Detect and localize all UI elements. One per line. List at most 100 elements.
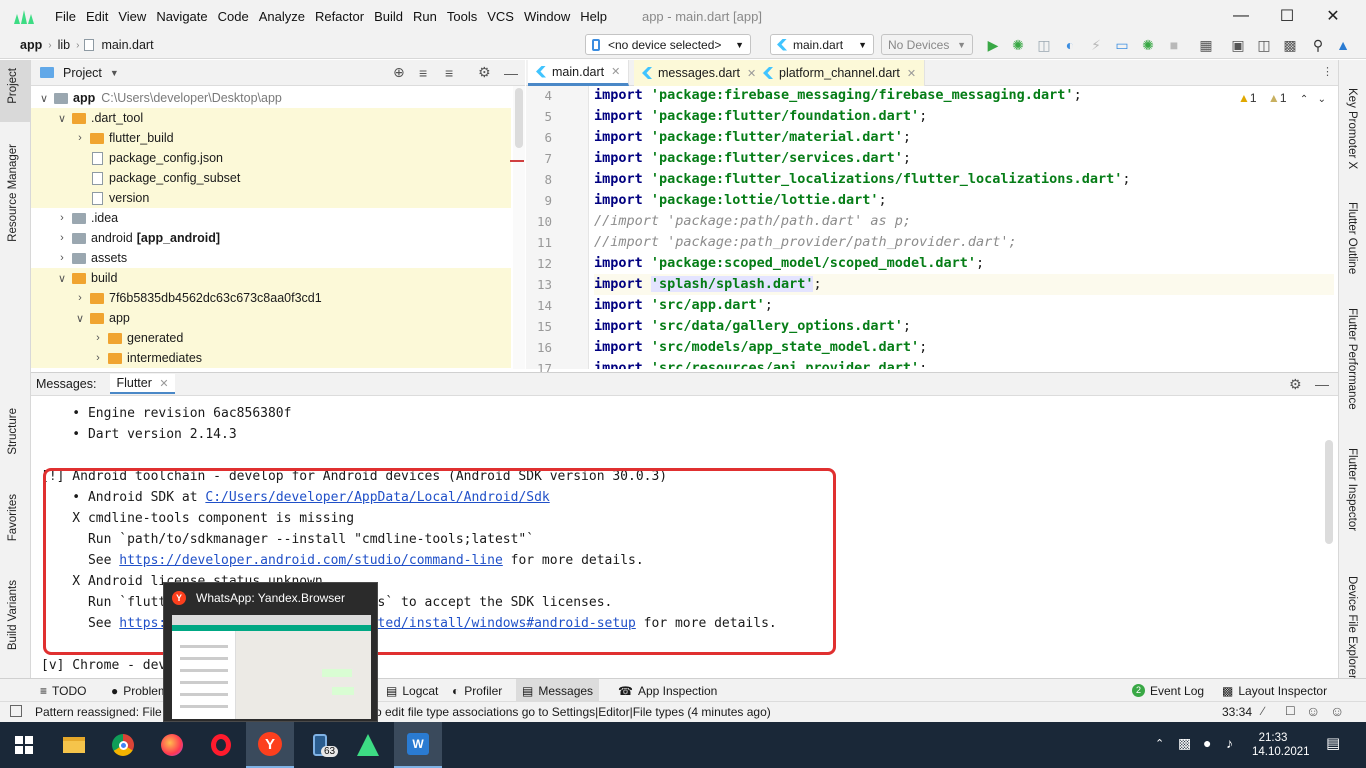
stop-icon[interactable]: ■ <box>1165 36 1183 54</box>
bottom-tab-app-inspection[interactable]: ☎ App Inspection <box>612 679 723 702</box>
close-icon[interactable]: ✕ <box>1310 0 1356 32</box>
tool-tab-key-promoter[interactable]: Key Promoter X <box>1346 88 1358 169</box>
menu-help[interactable]: Help <box>575 9 612 24</box>
code-line[interactable]: import 'package:flutter/material.dart'; <box>594 127 1334 148</box>
tree-item[interactable]: version <box>31 188 511 208</box>
device-manager-icon[interactable]: ▭ <box>1113 36 1131 54</box>
clock[interactable]: 21:33 14.10.2021 <box>1252 731 1310 759</box>
android-studio-icon[interactable] <box>344 722 392 768</box>
chrome-icon[interactable] <box>99 722 147 768</box>
code-line[interactable]: import 'src/resources/api_provider.dart'… <box>594 358 1334 369</box>
tree-item[interactable]: › 7f6b5835db4562dc63c673c8aa0f3cd1 <box>31 288 511 308</box>
chevron-right-icon[interactable]: › <box>55 232 69 244</box>
sync-icon[interactable]: ✺ <box>1139 36 1157 54</box>
tree-item[interactable]: package_config.json <box>31 148 511 168</box>
minimize-icon[interactable]: — <box>1218 0 1264 32</box>
menu-vcs[interactable]: VCS <box>482 9 519 24</box>
lock-icon[interactable]: ☐ <box>1285 704 1296 718</box>
tool-tab-flutter-outline[interactable]: Flutter Outline <box>1346 202 1358 274</box>
bottom-tab-logcat[interactable]: ▤ Logcat <box>380 679 444 702</box>
tool-tab-resource-manager[interactable]: Resource Manager <box>7 144 19 242</box>
chevron-down-icon[interactable]: ▼ <box>110 68 119 78</box>
hot-reload-icon[interactable]: ⚡ <box>1087 36 1105 54</box>
code-line[interactable]: //import 'package:path_provider/path_pro… <box>594 232 1334 253</box>
tool-tab-flutter-performance[interactable]: Flutter Performance <box>1346 308 1358 410</box>
gear-icon[interactable]: ⚙ <box>478 64 491 81</box>
tool-tab-flutter-inspector[interactable]: Flutter Inspector <box>1346 448 1358 531</box>
status-message-right[interactable]: o edit file type associations go to Sett… <box>375 705 771 719</box>
tree-item[interactable]: package_config_subset <box>31 168 511 188</box>
taskbar-preview-popup[interactable]: Y WhatsApp: Yandex.Browser <box>163 582 378 722</box>
bottom-tab-messages[interactable]: ▤ Messages <box>516 679 600 702</box>
tool-tab-structure[interactable]: Structure <box>7 408 19 455</box>
project-structure-icon[interactable]: ▦ <box>1197 36 1215 54</box>
chevron-right-icon[interactable]: › <box>73 132 87 144</box>
tab-menu-icon[interactable]: ⋮ <box>1322 65 1333 78</box>
opera-icon[interactable] <box>197 722 245 768</box>
chevron-right-icon[interactable]: › <box>55 212 69 224</box>
console-scrollbar[interactable] <box>1325 440 1333 544</box>
file-explorer-icon[interactable] <box>50 722 98 768</box>
chevron-down-icon[interactable]: ⌄ <box>1318 94 1326 105</box>
phone-app-icon[interactable]: 63 <box>296 722 344 768</box>
layout-inspector-icon[interactable]: ▩ <box>1281 36 1299 54</box>
code-editor[interactable]: import 'package:firebase_messaging/fireb… <box>590 86 1336 369</box>
menu-file[interactable]: File <box>50 9 81 24</box>
tree-item[interactable]: ∨ .dart_tool <box>31 108 511 128</box>
run-icon[interactable]: ▶ <box>984 36 1002 54</box>
tree-item[interactable]: › assets <box>31 248 511 268</box>
code-line[interactable]: import 'package:flutter_localizations/fl… <box>594 169 1334 190</box>
tab-messages-dart[interactable]: messages.dart ✕ <box>634 60 766 86</box>
menu-run[interactable]: Run <box>408 9 442 24</box>
code-line[interactable]: //import 'package:path/path.dart' as p; <box>594 211 1334 232</box>
device-selector[interactable]: <no device selected> ▼ <box>585 34 751 55</box>
tree-item[interactable]: ∨ app C:\Users\developer\Desktop\app <box>31 88 511 108</box>
hide-icon[interactable]: — <box>1315 376 1329 392</box>
device-icon[interactable]: ▩ <box>1178 735 1191 752</box>
chevron-right-icon[interactable]: › <box>55 252 69 264</box>
attach-icon[interactable]: ◫ <box>1035 36 1053 54</box>
code-line[interactable]: import 'package:lottie/lottie.dart'; <box>594 190 1334 211</box>
menu-build[interactable]: Build <box>369 9 408 24</box>
line-separator-icon[interactable]: ∕ <box>1262 704 1264 718</box>
locate-icon[interactable]: ⊕ <box>393 64 405 81</box>
caret-position[interactable]: 33:34 <box>1222 705 1252 719</box>
hide-icon[interactable]: — <box>504 65 518 81</box>
gear-icon[interactable]: ⚙ <box>1289 376 1302 393</box>
app-icon[interactable]: W <box>394 722 442 768</box>
tool-tab-project[interactable]: Project <box>7 68 19 104</box>
tool-tab-favorites[interactable]: Favorites <box>7 494 19 541</box>
notifications-icon[interactable]: ▤ <box>1326 734 1340 752</box>
profile-icon[interactable]: ◐ <box>1061 36 1079 54</box>
menu-navigate[interactable]: Navigate <box>151 9 212 24</box>
code-line[interactable]: import 'package:firebase_messaging/fireb… <box>594 86 1334 106</box>
debug-icon[interactable]: ✺ <box>1009 36 1027 54</box>
chevron-up-icon[interactable]: ⌃ <box>1155 737 1164 750</box>
breadcrumb-lib[interactable]: lib <box>54 38 75 52</box>
toggle-panels-icon[interactable] <box>10 705 22 717</box>
expand-all-icon[interactable]: ≡ <box>419 65 427 81</box>
breadcrumb-app[interactable]: app <box>16 38 46 52</box>
menu-refactor[interactable]: Refactor <box>310 9 369 24</box>
code-line[interactable]: import 'package:flutter/foundation.dart'… <box>594 106 1334 127</box>
tool-tab-build-variants[interactable]: Build Variants <box>7 580 19 650</box>
bottom-tab-event-log[interactable]: 2 Event Log <box>1126 679 1210 702</box>
chevron-down-icon[interactable]: ∨ <box>55 272 69 285</box>
tab-main-dart[interactable]: main.dart ✕ <box>528 60 630 86</box>
close-tab-icon[interactable]: ✕ <box>611 65 620 78</box>
run-config-selector[interactable]: main.dart ▼ <box>770 34 874 55</box>
chevron-right-icon[interactable]: › <box>73 292 87 304</box>
bottom-tab-todo[interactable]: ≡ TODO <box>34 679 92 702</box>
tree-item[interactable]: › intermediates <box>31 348 511 368</box>
bottom-tab-layout-inspector[interactable]: ▩ Layout Inspector <box>1216 679 1333 702</box>
account-icon[interactable]: ▲ <box>1334 36 1352 54</box>
tree-item[interactable]: ∨ app <box>31 308 511 328</box>
code-line[interactable]: import 'package:scoped_model/scoped_mode… <box>594 253 1334 274</box>
firefox-icon[interactable] <box>148 722 196 768</box>
menu-tools[interactable]: Tools <box>442 9 482 24</box>
tab-platform-channel-dart[interactable]: platform_channel.dart ✕ <box>755 60 926 86</box>
chevron-right-icon[interactable]: › <box>91 352 105 364</box>
feedback-icon[interactable]: ☺ <box>1330 703 1344 719</box>
warnings-indicator[interactable]: ▲1 ▲1 ⌃ ⌄ <box>1238 91 1326 105</box>
smile-icon[interactable]: ☺ <box>1306 703 1320 719</box>
